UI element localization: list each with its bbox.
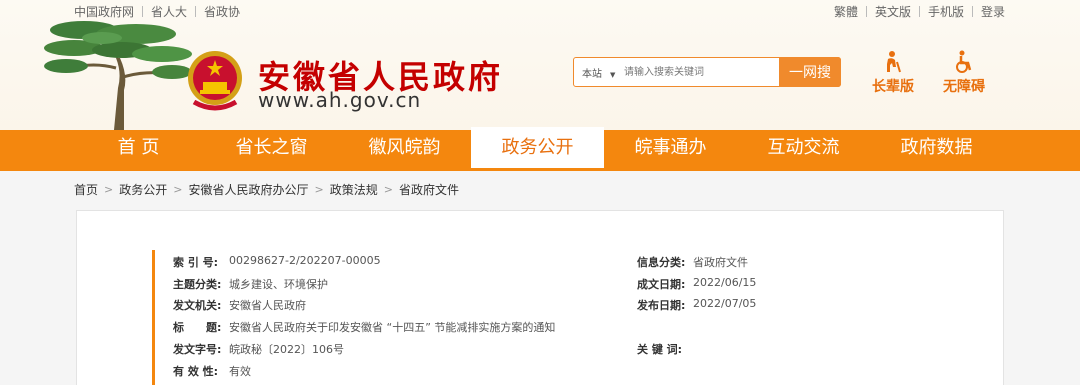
divider bbox=[918, 6, 920, 17]
link-mobile[interactable]: 手机版 bbox=[928, 3, 964, 20]
nav-data[interactable]: 政府数据 bbox=[870, 127, 1003, 171]
info-value: 有效 bbox=[229, 365, 251, 378]
elder-mode-button[interactable]: 长辈版 bbox=[868, 50, 918, 96]
search-scope-select[interactable]: 本站 ▼ bbox=[574, 65, 624, 80]
info-key: 发布日期: bbox=[637, 299, 686, 312]
nav-services[interactable]: 皖事通办 bbox=[604, 127, 737, 171]
info-key: 主题分类: bbox=[173, 278, 222, 291]
nav-government-affairs[interactable]: 政务公开 bbox=[471, 127, 604, 171]
wheelchair-icon bbox=[939, 50, 989, 74]
info-value: 省政府文件 bbox=[693, 256, 748, 269]
national-emblem-icon bbox=[188, 51, 242, 111]
info-written-date: 成文日期: 2022/06/15 bbox=[637, 276, 756, 292]
elder-mode-label: 长辈版 bbox=[872, 79, 914, 95]
breadcrumb-home[interactable]: 首页 bbox=[74, 181, 98, 198]
nav-interaction[interactable]: 互动交流 bbox=[737, 127, 870, 171]
divider bbox=[865, 6, 867, 17]
chevron-right-icon: > bbox=[173, 183, 183, 196]
search-button[interactable]: 一网搜 bbox=[779, 57, 841, 87]
site-header: 中国政府网 省人大 省政协 繁體 英文版 手机版 登录 安徽省人民政府 www.… bbox=[0, 0, 1080, 130]
document-info-box bbox=[152, 250, 932, 385]
info-key: 成文日期: bbox=[637, 278, 686, 291]
chevron-right-icon: > bbox=[383, 183, 393, 196]
divider bbox=[971, 6, 973, 17]
divider bbox=[195, 6, 197, 17]
link-login[interactable]: 登录 bbox=[981, 3, 1005, 20]
info-topic: 主题分类: 城乡建设、环境保护 bbox=[173, 276, 328, 292]
info-document-number: 发文字号: 皖政秘〔2022〕106号 bbox=[173, 341, 344, 357]
breadcrumb-provincial-documents[interactable]: 省政府文件 bbox=[399, 181, 459, 198]
breadcrumb-general-office[interactable]: 安徽省人民政府办公厅 bbox=[188, 181, 308, 198]
info-title: 标 题: 安徽省人民政府关于印发安徽省 “十四五” 节能减排实施方案的通知 bbox=[173, 319, 555, 335]
elder-person-icon bbox=[868, 50, 918, 74]
info-key: 索 引 号: bbox=[173, 256, 219, 269]
site-url: www.ah.gov.cn bbox=[258, 88, 422, 112]
nav-culture[interactable]: 徽风皖韵 bbox=[338, 127, 471, 171]
utility-links: 繁體 英文版 手机版 登录 bbox=[834, 3, 1005, 20]
pine-tree-logo bbox=[44, 21, 192, 130]
link-traditional[interactable]: 繁體 bbox=[834, 3, 858, 20]
info-issuer: 发文机关: 安徽省人民政府 bbox=[173, 297, 306, 313]
nav-home[interactable]: 首 页 bbox=[72, 127, 205, 171]
breadcrumb-policies[interactable]: 政策法规 bbox=[330, 181, 378, 198]
info-key: 关 键 词: bbox=[637, 343, 683, 356]
info-value: 安徽省人民政府 bbox=[229, 299, 306, 312]
info-value: 00298627-2/202207-00005 bbox=[229, 254, 381, 267]
accessibility-button[interactable]: 无障碍 bbox=[939, 50, 989, 96]
search-input[interactable] bbox=[624, 59, 779, 85]
chevron-right-icon: > bbox=[314, 183, 324, 196]
info-key: 发文字号: bbox=[173, 343, 222, 356]
info-value: 皖政秘〔2022〕106号 bbox=[229, 343, 344, 356]
info-value: 2022/06/15 bbox=[693, 276, 757, 289]
dropdown-triangle-icon: ▼ bbox=[610, 70, 616, 79]
accessibility-label: 无障碍 bbox=[943, 79, 985, 95]
info-key: 发文机关: bbox=[173, 299, 222, 312]
search-scope-label: 本站 bbox=[582, 68, 602, 80]
info-keywords: 关 键 词: bbox=[637, 341, 693, 357]
info-value: 安徽省人民政府关于印发安徽省 “十四五” 节能减排实施方案的通知 bbox=[229, 321, 556, 334]
breadcrumb-government-affairs[interactable]: 政务公开 bbox=[119, 181, 167, 198]
breadcrumb: 首页 > 政务公开 > 安徽省人民政府办公厅 > 政策法规 > 省政府文件 bbox=[74, 181, 459, 198]
info-key: 标 题: bbox=[173, 321, 222, 334]
info-index-number: 索 引 号: 00298627-2/202207-00005 bbox=[173, 254, 381, 270]
nav-underline bbox=[0, 168, 1080, 171]
info-value: 城乡建设、环境保护 bbox=[229, 278, 328, 291]
link-cppcc[interactable]: 省政协 bbox=[204, 3, 240, 20]
link-english[interactable]: 英文版 bbox=[875, 3, 911, 20]
info-key: 有 效 性: bbox=[173, 365, 219, 378]
info-key: 信息分类: bbox=[637, 256, 686, 269]
divider bbox=[142, 6, 144, 17]
search-bar: 本站 ▼ 一网搜 bbox=[573, 57, 841, 87]
info-validity: 有 效 性: 有效 bbox=[173, 363, 251, 379]
main-nav: 首 页 省长之窗 徽风皖韵 政务公开 皖事通办 互动交流 政府数据 bbox=[0, 127, 1080, 171]
chevron-right-icon: > bbox=[104, 183, 114, 196]
info-category: 信息分类: 省政府文件 bbox=[637, 254, 748, 270]
info-value: 2022/07/05 bbox=[693, 297, 757, 310]
nav-governor[interactable]: 省长之窗 bbox=[205, 127, 338, 171]
info-publish-date: 发布日期: 2022/07/05 bbox=[637, 297, 756, 313]
